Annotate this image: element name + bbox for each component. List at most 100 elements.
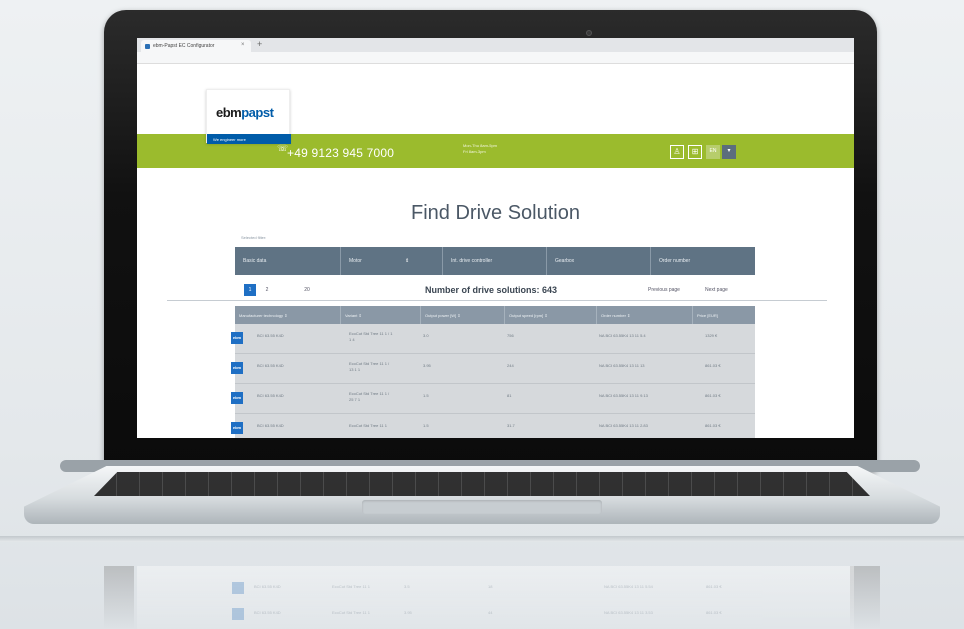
cart-button[interactable]: ⊞ bbox=[688, 145, 702, 159]
column-label: Manufacturer technology bbox=[239, 313, 284, 318]
cell-technology: BCI 63.55 K4D bbox=[257, 363, 284, 368]
column-label: Variant bbox=[345, 313, 358, 318]
cell-price: 861.03 € bbox=[705, 393, 721, 398]
column-label: Order number bbox=[601, 313, 626, 318]
reflection-cell: 861.03 € bbox=[706, 584, 722, 589]
page-1-button[interactable]: 1 bbox=[244, 284, 256, 296]
manufacturer-logo-icon: ebm bbox=[231, 362, 243, 374]
sort-icon: ⇕ bbox=[284, 313, 288, 318]
cell-technology: BCI 63.55 K4D bbox=[257, 333, 284, 338]
chevron-down-icon: ▾ bbox=[727, 148, 731, 154]
cell-power: 3.0 bbox=[423, 333, 429, 338]
cell-power: 1.5 bbox=[423, 393, 429, 398]
language-dropdown[interactable]: ▾ bbox=[722, 145, 736, 159]
close-icon[interactable]: × bbox=[241, 42, 245, 48]
cell-order: NA BCI 63.55K4 13 11 13 bbox=[599, 363, 645, 368]
trackpad bbox=[362, 500, 602, 514]
laptop-base-edge bbox=[0, 536, 964, 542]
cell-variant: EcoCut Std Tree 11 1 / 13 1 1 bbox=[349, 361, 390, 372]
selected-filter-label: Selected filter: bbox=[241, 235, 267, 240]
page-title: Find Drive Solution bbox=[411, 202, 580, 224]
reflection-cell: 18 bbox=[488, 584, 493, 589]
filter-gearbox[interactable]: Gearbox bbox=[547, 247, 651, 275]
manufacturer-logo-icon bbox=[232, 582, 244, 594]
browser-tab[interactable]: ebm-Papst EC Configurator × bbox=[141, 40, 251, 52]
opening-hours: Mon-Thu 8am-5pm Fri 8am-3pm bbox=[463, 143, 497, 155]
sort-icon: ⇕ bbox=[358, 313, 362, 318]
reflection-cell: BCI 63.55 K4D bbox=[254, 584, 281, 589]
user-button[interactable]: ♙ bbox=[670, 145, 684, 159]
browser-tab-bar: ebm-Papst EC Configurator × + bbox=[137, 38, 854, 52]
reflection-cell: 3.95 bbox=[404, 610, 412, 615]
phone-number[interactable]: +49 9123 945 7000 bbox=[287, 146, 394, 160]
table-row[interactable]: ebm BCI 63.55 K4D EcoCut Std Tree 11 1 /… bbox=[231, 324, 755, 354]
column-header-order[interactable]: Order number ⇕ bbox=[597, 306, 693, 324]
table-row[interactable]: ebm BCI 63.55 K4D EcoCut Std Tree 11 1 1… bbox=[231, 414, 755, 438]
cell-variant: EcoCut Std Tree 11 1 / 25 7 1 bbox=[349, 391, 390, 402]
table-row[interactable]: ebm BCI 63.55 K4D EcoCut Std Tree 11 1 /… bbox=[231, 354, 755, 384]
user-icon: ♙ bbox=[673, 147, 681, 156]
address-bar[interactable] bbox=[137, 52, 854, 64]
manufacturer-logo-icon: ebm bbox=[231, 392, 243, 404]
filter-motor[interactable]: Motor ⇕ bbox=[341, 247, 443, 275]
cell-order: NA BCI 63.55K4 13 11 5.4 bbox=[599, 333, 646, 338]
filter-label: Basic data bbox=[243, 258, 267, 264]
table-row[interactable]: ebm BCI 63.55 K4D EcoCut Std Tree 11 1 /… bbox=[231, 384, 755, 414]
keyboard bbox=[94, 472, 870, 496]
filter-drive-controller[interactable]: Int. drive controller bbox=[443, 247, 547, 275]
sort-icon: ⇕ bbox=[627, 313, 631, 318]
sort-icon: ⇕ bbox=[457, 313, 461, 318]
cell-technology: BCI 63.55 K4D bbox=[257, 393, 284, 398]
reflection-cell: EcoCut Std Tree 11 1 bbox=[332, 610, 370, 615]
results-table: ebm BCI 63.55 K4D EcoCut Std Tree 11 1 /… bbox=[231, 324, 755, 438]
cell-speed: 244 bbox=[507, 363, 514, 368]
favicon-icon bbox=[145, 44, 150, 49]
filter-label: Gearbox bbox=[555, 258, 575, 264]
filter-label: Order number bbox=[659, 258, 691, 264]
hours-line: Fri 8am-3pm bbox=[463, 149, 486, 154]
reflection-row: BCI 63.55 K4D EcoCut Std Tree 11 1 3.5 1… bbox=[232, 578, 752, 598]
cell-variant: EcoCut Std Tree 11 1 / 1 1 4 bbox=[349, 331, 393, 342]
logo[interactable]: ebmpapst We engineer more bbox=[206, 89, 291, 144]
cell-speed: 756 bbox=[507, 333, 514, 338]
page-last-button[interactable]: 20 bbox=[302, 284, 312, 296]
language-button[interactable]: EN bbox=[706, 145, 720, 159]
logo-badge: We engineer more bbox=[207, 134, 291, 144]
webcam bbox=[586, 30, 592, 36]
cell-speed: 31.7 bbox=[507, 423, 515, 428]
cell-speed: 81 bbox=[507, 393, 512, 398]
cell-power: 3.95 bbox=[423, 363, 431, 368]
logo-wordmark: ebmpapst bbox=[216, 105, 274, 120]
previous-page-link[interactable]: Previous page bbox=[648, 287, 680, 293]
reflection-bezel-left bbox=[104, 566, 134, 629]
next-page-link[interactable]: Next page bbox=[705, 287, 728, 293]
page-2-button[interactable]: 2 bbox=[262, 284, 272, 296]
cell-power: 1.5 bbox=[423, 423, 429, 428]
filter-label: Motor bbox=[349, 258, 362, 264]
column-header-technology[interactable]: Manufacturer technology ⇕ bbox=[235, 306, 341, 324]
sort-icon: ⇕ bbox=[405, 258, 410, 264]
laptop-screen: ebm-Papst EC Configurator × + ☏ +49 9123… bbox=[137, 38, 854, 438]
new-tab-button[interactable]: + bbox=[257, 39, 262, 49]
cell-order: NA BCI 63.55K4 13 11 2.83 bbox=[599, 423, 648, 428]
reflection-cell: NA BCI 63.55K4 13 11 3.53 bbox=[604, 610, 653, 615]
logo-suffix: papst bbox=[241, 105, 274, 120]
column-header-variant[interactable]: Variant ⇕ bbox=[341, 306, 421, 324]
reflection-cell: EcoCut Std Tree 11 1 bbox=[332, 584, 370, 589]
cell-price: 861.03 € bbox=[705, 363, 721, 368]
browser-tab-title: ebm-Papst EC Configurator bbox=[153, 43, 215, 49]
column-header-power[interactable]: Output power [W] ⇕ bbox=[421, 306, 505, 324]
reflection-bezel-right bbox=[850, 566, 880, 629]
cell-variant: EcoCut Std Tree 11 1 bbox=[349, 423, 387, 428]
column-header-speed[interactable]: Output speed [rpm] ⇕ bbox=[505, 306, 597, 324]
column-label: Output speed [rpm] bbox=[509, 313, 544, 318]
filter-order-number[interactable]: Order number bbox=[651, 247, 755, 275]
reflection-row: BCI 63.55 K4D EcoCut Std Tree 11 1 3.95 … bbox=[232, 604, 752, 624]
column-header-price[interactable]: Price [EUR] bbox=[693, 306, 755, 324]
reflection-cell: NA BCI 63.55K4 13 11 5.54 bbox=[604, 584, 653, 589]
filter-label: Int. drive controller bbox=[451, 258, 493, 264]
reflection-cell: 861.03 € bbox=[706, 610, 722, 615]
filter-basic-data[interactable]: Basic data bbox=[235, 247, 341, 275]
cell-technology: BCI 63.55 K4D bbox=[257, 423, 284, 428]
manufacturer-logo-icon: ebm bbox=[231, 422, 243, 434]
